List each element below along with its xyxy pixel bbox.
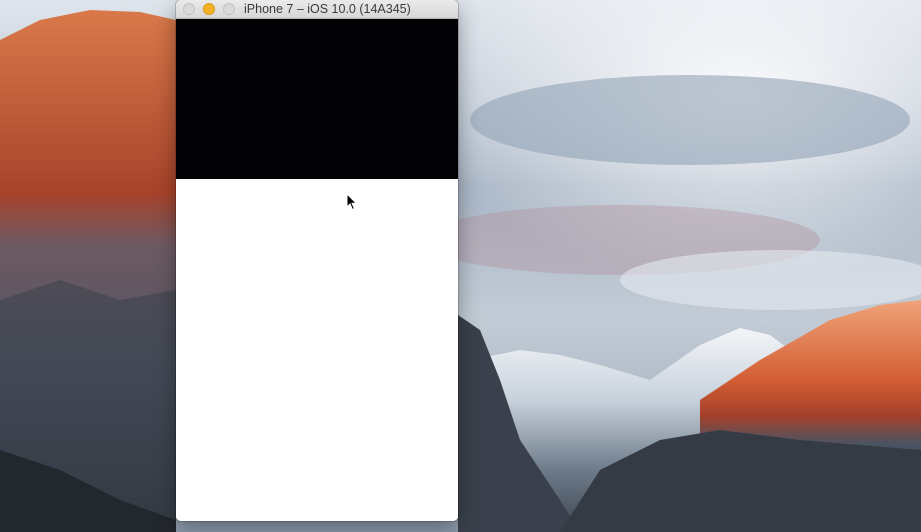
simulator-window[interactable]: iPhone 7 – iOS 10.0 (14A345) (176, 0, 458, 521)
minimize-icon[interactable] (203, 3, 215, 15)
close-icon[interactable] (183, 3, 195, 15)
desktop: iPhone 7 – iOS 10.0 (14A345) (0, 0, 921, 532)
simulator-screen-header[interactable] (176, 19, 458, 179)
window-titlebar[interactable]: iPhone 7 – iOS 10.0 (14A345) (176, 0, 458, 19)
arrow-pointer-icon (346, 193, 358, 211)
window-title: iPhone 7 – iOS 10.0 (14A345) (244, 2, 411, 16)
simulator-screen-content[interactable] (176, 179, 458, 521)
zoom-icon[interactable] (223, 3, 235, 15)
mountain-landscape-icon (0, 0, 921, 532)
